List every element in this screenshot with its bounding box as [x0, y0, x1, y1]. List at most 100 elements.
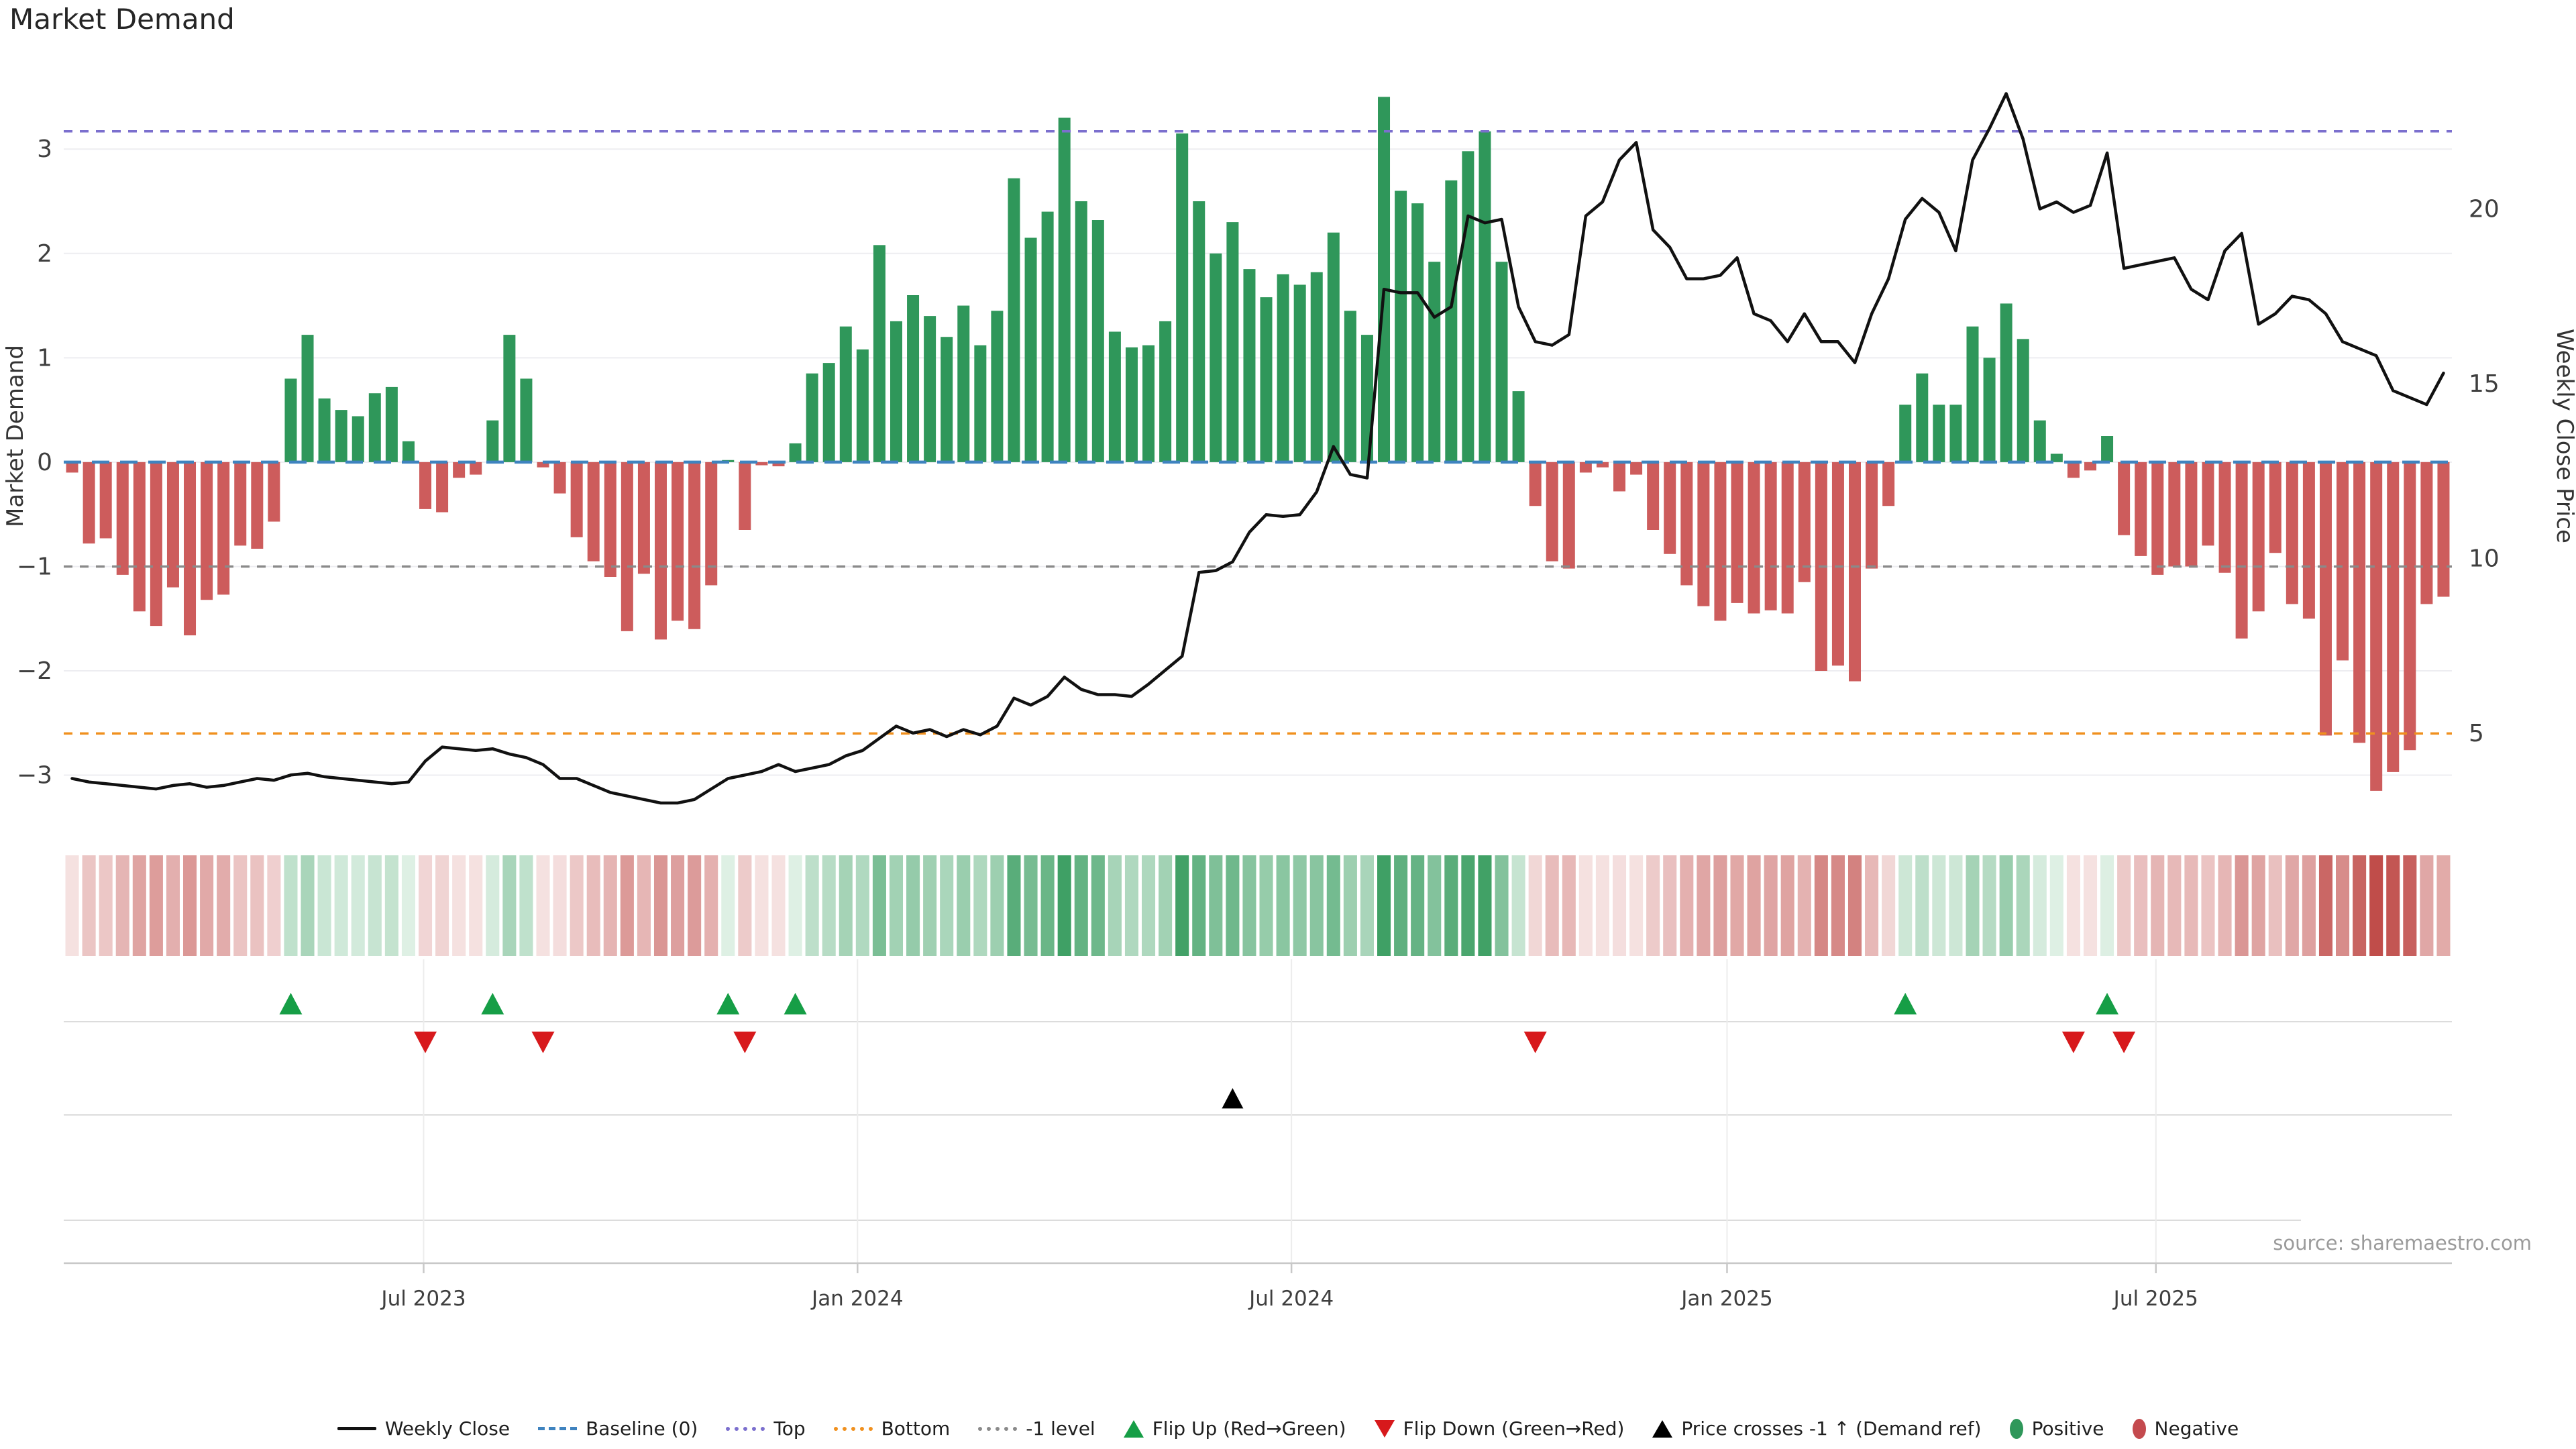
- demand-bar-positive: [1025, 237, 1037, 462]
- demand-bar-negative: [2437, 462, 2449, 597]
- heatmap-cell: [704, 855, 718, 956]
- demand-bar-positive: [873, 245, 885, 462]
- heatmap-cell: [233, 855, 247, 956]
- heatmap-cell: [1310, 855, 1324, 956]
- heatmap-cell: [2067, 855, 2080, 956]
- demand-bar-negative: [1580, 462, 1592, 473]
- demand-bar-negative: [739, 462, 751, 530]
- heatmap-cell: [1512, 855, 1525, 956]
- demand-bar-negative: [571, 462, 583, 537]
- heatmap-cell: [688, 855, 701, 956]
- demand-bar-positive: [1966, 327, 1978, 462]
- demand-bar-negative: [2202, 462, 2214, 545]
- heatmap-cell: [2151, 855, 2164, 956]
- demand-bar-negative: [1613, 462, 1625, 492]
- heatmap-cell: [2420, 855, 2433, 956]
- demand-bar-negative: [100, 462, 112, 539]
- heatmap-cell: [1663, 855, 1676, 956]
- heatmap-cell: [822, 855, 836, 956]
- legend-label: Top: [773, 1417, 805, 1440]
- demand-bar-positive: [1042, 212, 1054, 462]
- legend-label: Baseline (0): [586, 1417, 698, 1440]
- demand-bar-negative: [2151, 462, 2163, 575]
- price-cross-marker: [1222, 1088, 1243, 1108]
- demand-bar-negative: [1882, 462, 1894, 506]
- demand-bar-negative: [436, 462, 448, 513]
- legend-item: Negative: [2133, 1417, 2239, 1440]
- heatmap-cell: [1529, 855, 1542, 956]
- demand-bar-positive: [1411, 203, 1424, 462]
- demand-bar-negative: [2303, 462, 2315, 619]
- demand-bar-positive: [1243, 269, 1255, 462]
- demand-bar-positive: [1210, 254, 1222, 462]
- heatmap-cell: [671, 855, 684, 956]
- demand-bar-positive: [1126, 347, 1138, 462]
- legend-item: Weekly Close: [337, 1417, 510, 1440]
- demand-bar-positive: [974, 345, 986, 462]
- heatmap-cell: [1680, 855, 1693, 956]
- heatmap-cell: [1798, 855, 1811, 956]
- heatmap-cell: [435, 855, 449, 956]
- demand-bar-negative: [621, 462, 633, 631]
- legend-tri-down-icon: [1375, 1420, 1395, 1438]
- heatmap-cell: [402, 855, 415, 956]
- demand-bar-negative: [2404, 462, 2416, 750]
- heatmap-cell: [990, 855, 1004, 956]
- heatmap-cell: [1848, 855, 1862, 956]
- legend-label: -1 level: [1026, 1417, 1095, 1440]
- demand-bar-positive: [1395, 191, 1407, 462]
- demand-bar-negative: [2236, 462, 2248, 639]
- heatmap-cell: [1613, 855, 1626, 956]
- demand-bar-negative: [2135, 462, 2147, 556]
- heatmap-cell: [1277, 855, 1290, 956]
- figure: Market Demand Jul 2023Jan 2024Jul 2024Ja…: [0, 0, 2576, 1449]
- heatmap-cell: [789, 855, 802, 956]
- flip-down-marker: [1524, 1032, 1547, 1053]
- demand-bar-positive: [2101, 436, 2113, 462]
- heatmap-cell: [2302, 855, 2316, 956]
- heatmap-cell: [502, 855, 516, 956]
- demand-bar-positive: [1984, 358, 1996, 462]
- heatmap-cell: [2403, 855, 2416, 956]
- heatmap-cell: [721, 855, 735, 956]
- demand-bar-positive: [1428, 262, 1440, 462]
- heatmap-cell: [2050, 855, 2063, 956]
- heatmap-cell: [2386, 855, 2400, 956]
- demand-bar-negative: [688, 462, 700, 629]
- demand-bar-positive: [1311, 272, 1323, 462]
- heatmap-cell: [217, 855, 230, 956]
- demand-bar-negative: [117, 462, 129, 575]
- heatmap-cell: [1444, 855, 1458, 956]
- heatmap-cell: [335, 855, 348, 956]
- demand-bar-positive: [1226, 222, 1238, 462]
- legend-label: Bottom: [881, 1417, 951, 1440]
- heatmap-cell: [940, 855, 953, 956]
- demand-bar-negative: [2118, 462, 2130, 535]
- heatmap-cell: [923, 855, 936, 956]
- flip-up-marker: [279, 993, 302, 1014]
- x-tick-label: Jul 2023: [380, 1287, 466, 1311]
- flip-down-marker: [414, 1032, 437, 1053]
- demand-bar-negative: [251, 462, 263, 549]
- heatmap-cell: [806, 855, 819, 956]
- legend-label: Flip Up (Red→Green): [1152, 1417, 1346, 1440]
- heatmap-cell: [1293, 855, 1307, 956]
- heatmap-cell: [2033, 855, 2047, 956]
- demand-bar-negative: [217, 462, 229, 595]
- heatmap-cell: [2084, 855, 2097, 956]
- heatmap-cell: [1058, 855, 1071, 956]
- heatmap-cell: [1983, 855, 1996, 956]
- source-note: source: sharemaestro.com: [2273, 1232, 2532, 1254]
- demand-bar-negative: [2269, 462, 2282, 553]
- demand-bar-negative: [2420, 462, 2432, 604]
- heatmap-cell: [1175, 855, 1189, 956]
- heatmap-cell: [1781, 855, 1794, 956]
- demand-bar-negative: [755, 462, 767, 466]
- flip-up-marker: [784, 993, 807, 1014]
- left-tick-label: −1: [17, 553, 52, 580]
- demand-bar-negative: [2219, 462, 2231, 573]
- demand-bar-positive: [823, 363, 835, 462]
- heatmap-cell: [2269, 855, 2282, 956]
- demand-bar-negative: [1748, 462, 1760, 614]
- legend-label: Positive: [2032, 1417, 2104, 1440]
